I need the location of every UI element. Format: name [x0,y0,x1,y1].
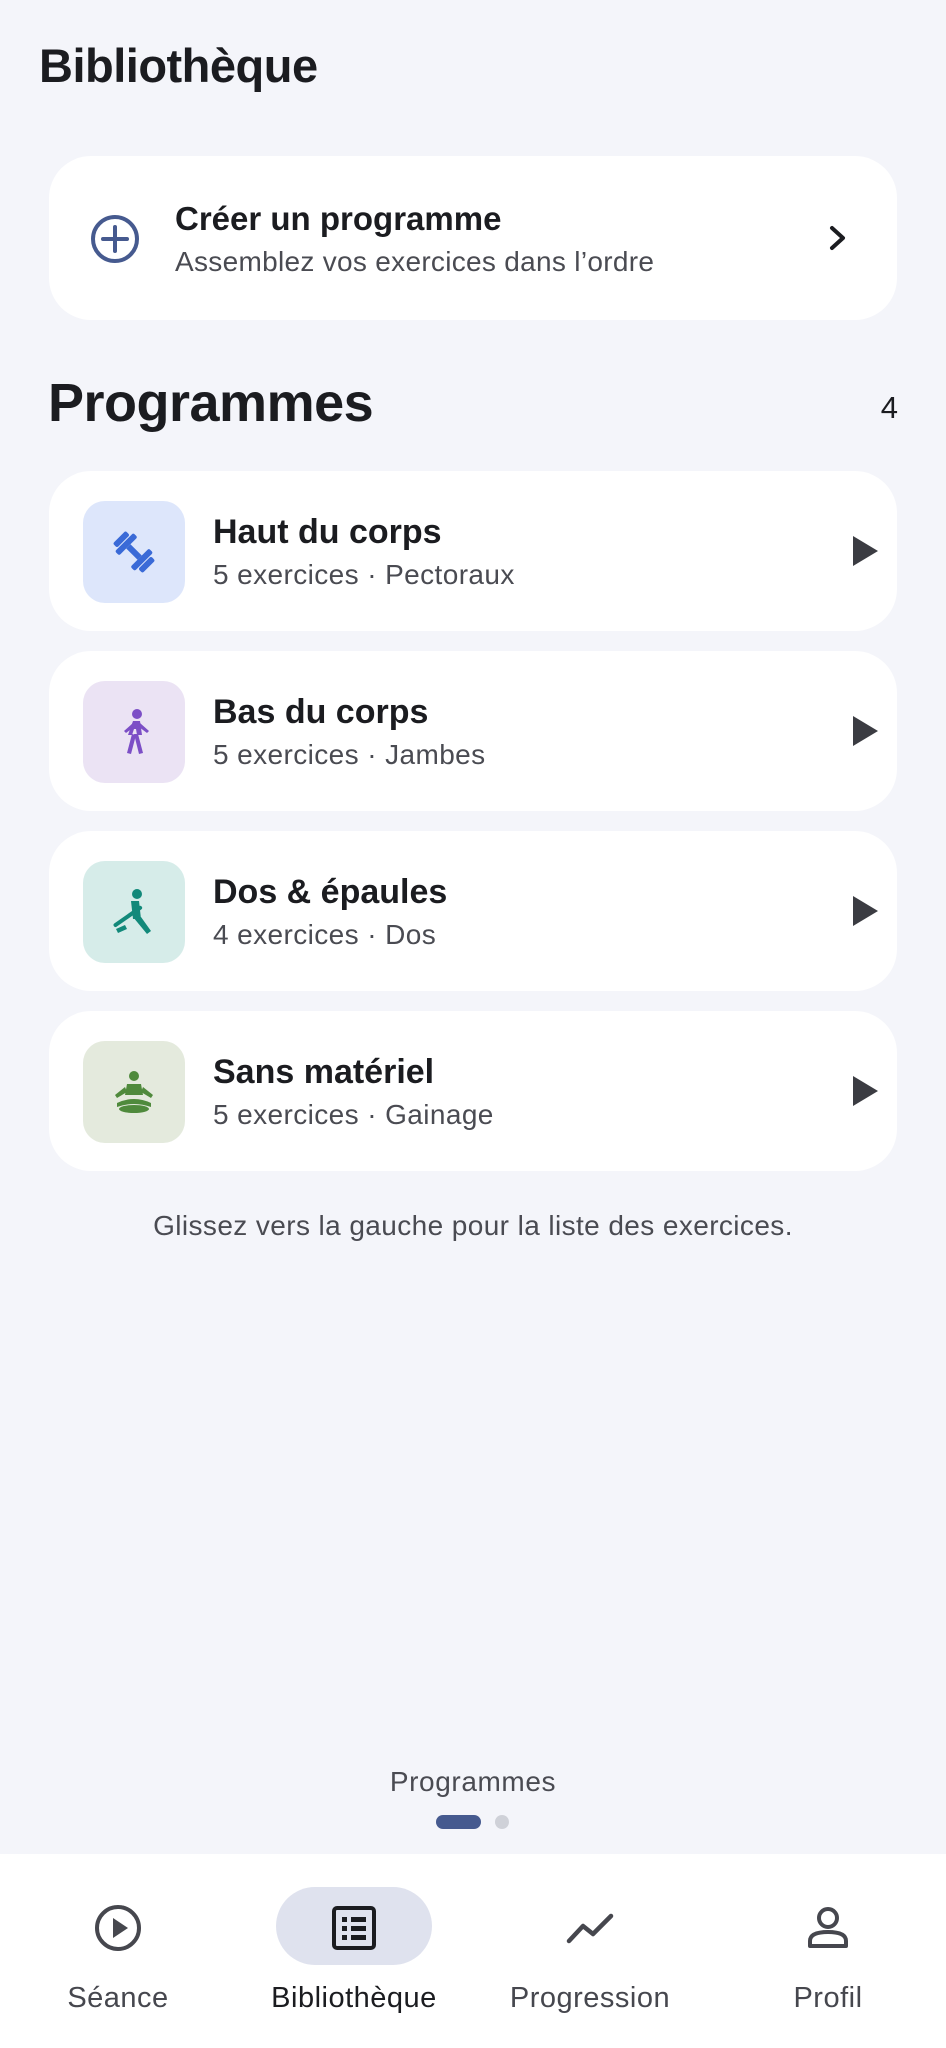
rowing-icon [113,889,151,934]
play-icon[interactable] [850,534,880,568]
nav-label: Profil [793,1982,863,2014]
program-title: Dos & épaules [213,873,448,911]
add-circle-icon [91,215,139,263]
create-program-subtitle: Assemblez vos exercices dans l’ordre [175,246,655,277]
person-icon [808,1907,848,1948]
program-count: 4 [880,390,898,425]
nav-item-seance[interactable]: Séance [0,1854,236,2048]
play-icon[interactable] [850,894,880,928]
create-program-title: Créer un programme [175,200,502,237]
play-icon[interactable] [850,1074,880,1108]
walking-icon [124,709,149,754]
program-card[interactable]: Bas du corps 5 exercices · Jambes [49,651,897,811]
program-subtitle: 5 exercices · Jambes [213,739,486,770]
program-subtitle: 5 exercices · Pectoraux [213,559,515,590]
section-title: Programmes [48,373,374,433]
program-tile [83,501,185,603]
nav-label: Séance [67,1982,169,2014]
program-title: Bas du corps [213,693,429,731]
nav-item-bibliotheque[interactable]: Bibliothèque [236,1854,472,2048]
program-tile [83,861,185,963]
chevron-right-icon [830,226,845,250]
program-card[interactable]: Sans matériel 5 exercices · Gainage [49,1011,897,1171]
program-tile [83,1041,185,1143]
nav-label: Bibliothèque [271,1982,437,2014]
list-icon [332,1906,376,1950]
bottom-nav: Séance Bibliothèque Progression Profil [0,1854,946,2048]
program-subtitle: 5 exercices · Gainage [213,1099,494,1130]
trending-icon [566,1913,614,1944]
program-card[interactable]: Haut du corps 5 exercices · Pectoraux [49,471,897,631]
meditation-icon [115,1071,153,1113]
dumbbell-icon [113,531,155,573]
program-subtitle: 4 exercices · Dos [213,919,437,950]
pager-label: Programmes [389,1766,557,1797]
swipe-hint: Glissez vers la gauche pour la liste des… [153,1210,793,1241]
create-program-button[interactable]: Créer un programme Assemblez vos exercic… [49,156,897,320]
play-icon[interactable] [850,714,880,748]
program-title: Sans matériel [213,1053,435,1091]
program-title: Haut du corps [213,513,442,551]
program-tile [83,681,185,783]
nav-item-profil[interactable]: Profil [710,1854,946,2048]
page-title: Bibliothèque [39,39,318,92]
pager-dot[interactable] [495,1815,509,1829]
nav-label: Progression [509,1982,671,2014]
program-card[interactable]: Dos & épaules 4 exercices · Dos [49,831,897,991]
play-circle-icon [95,1905,141,1951]
nav-item-progression[interactable]: Progression [472,1854,708,2048]
pager-dot-active[interactable] [436,1815,481,1829]
